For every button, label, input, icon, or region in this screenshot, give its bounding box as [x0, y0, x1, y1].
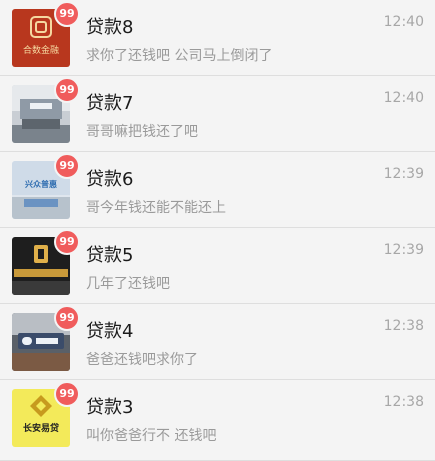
chat-last-message: 哥哥嘛把钱还了吧	[86, 124, 198, 140]
chat-row[interactable]: 99 贷款4 爸爸还钱吧求你了 12:38	[0, 304, 435, 380]
logo-text: 兴众普惠	[25, 179, 57, 189]
chat-row[interactable]: 99 贷款7 哥哥嘛把钱还了吧 12:40	[0, 76, 435, 152]
chat-row[interactable]: 合数金融 99 贷款8 求你了还钱吧 公司马上倒闭了 12:40	[0, 0, 435, 76]
chat-last-message: 哥今年钱还能不能还上	[86, 200, 226, 216]
chat-last-message: 叫你爸爸行不 还钱吧	[86, 428, 217, 444]
chat-time: 12:40	[383, 14, 424, 30]
chat-list: 合数金融 99 贷款8 求你了还钱吧 公司马上倒闭了 12:40 99 贷款7 …	[0, 0, 435, 461]
chat-name: 贷款8	[86, 17, 134, 38]
chat-time: 12:38	[383, 318, 424, 334]
unread-badge: 99	[54, 77, 80, 103]
unread-badge: 99	[54, 153, 80, 179]
unread-badge: 99	[54, 229, 80, 255]
unread-badge: 99	[54, 381, 80, 407]
chat-name: 贷款3	[86, 397, 134, 418]
unread-badge: 99	[54, 1, 80, 27]
chat-last-message: 求你了还钱吧 公司马上倒闭了	[86, 48, 273, 64]
chat-last-message: 几年了还钱吧	[86, 276, 170, 292]
chat-time: 12:40	[383, 90, 424, 106]
chat-time: 12:39	[383, 166, 424, 182]
chat-row[interactable]: 长安易贷 99 贷款3 叫你爸爸行不 还钱吧 12:38	[0, 380, 435, 461]
chat-name: 贷款6	[86, 169, 134, 190]
chat-time: 12:38	[383, 394, 424, 410]
chat-name: 贷款4	[86, 321, 134, 342]
chat-name: 贷款5	[86, 245, 134, 266]
chat-name: 贷款7	[86, 93, 134, 114]
unread-badge: 99	[54, 305, 80, 331]
logo-text: 长安易贷	[23, 422, 59, 434]
chat-time: 12:39	[383, 242, 424, 258]
logo-text: 合数金融	[23, 44, 59, 56]
chat-row[interactable]: 兴众普惠 99 贷款6 哥今年钱还能不能还上 12:39	[0, 152, 435, 228]
chat-row[interactable]: 99 贷款5 几年了还钱吧 12:39	[0, 228, 435, 304]
chat-last-message: 爸爸还钱吧求你了	[86, 352, 198, 368]
